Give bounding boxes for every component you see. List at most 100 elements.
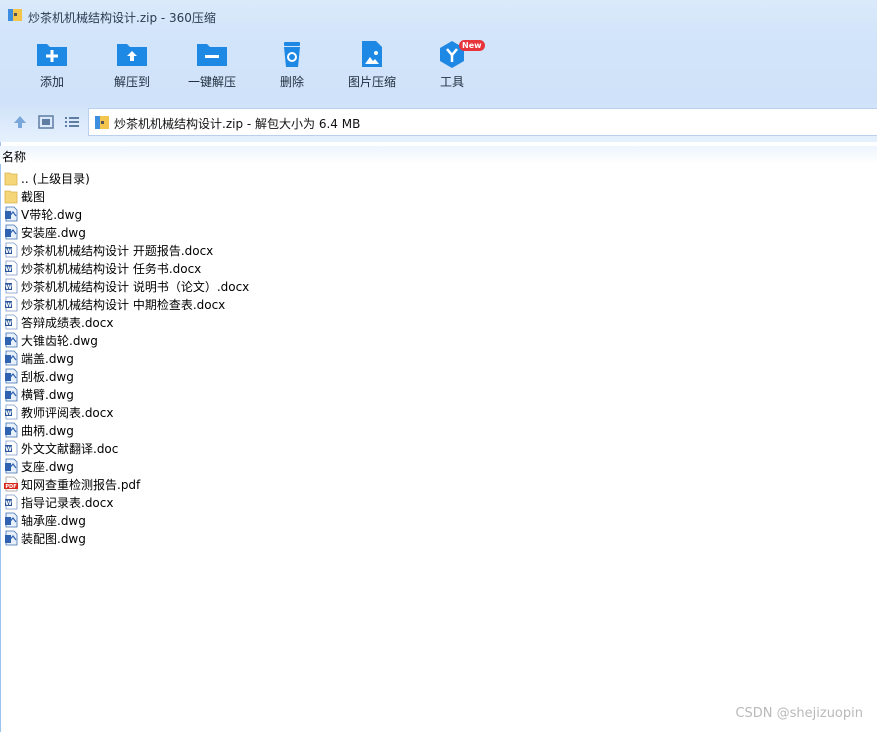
- folder-icon: [4, 172, 18, 186]
- file-name: 炒茶机机械结构设计 开题报告.docx: [21, 244, 214, 258]
- list-item[interactable]: PDF 知网查重检测报告.pdf: [0, 475, 877, 493]
- dwg-file-icon: [5, 530, 18, 546]
- dwg-file-icon: [5, 350, 18, 366]
- thumbnail-view-icon[interactable]: [38, 114, 54, 130]
- extract-to-icon: [117, 44, 147, 66]
- svg-text:W: W: [5, 266, 12, 273]
- file-name: 炒茶机机械结构设计 任务书.docx: [21, 262, 202, 276]
- image-compress-button[interactable]: 图片压缩: [337, 40, 407, 98]
- svg-text:W: W: [5, 302, 12, 309]
- dwg-file-icon: [5, 368, 18, 384]
- file-name: 刮板.dwg: [21, 370, 74, 384]
- delete-button[interactable]: 删除: [257, 40, 327, 98]
- image-compress-label: 图片压缩: [347, 75, 396, 89]
- dwg-file-icon: [5, 224, 18, 240]
- dwg-file-icon: [5, 332, 18, 348]
- delete-label: 删除: [279, 75, 304, 89]
- tools-label: 工具: [439, 75, 464, 89]
- list-item[interactable]: W 炒茶机机械结构设计 任务书.docx: [0, 259, 877, 277]
- navigation-bar: 炒茶机机械结构设计.zip - 解包大小为 6.4 MB: [0, 102, 877, 142]
- list-item[interactable]: 曲柄.dwg: [0, 421, 877, 439]
- dwg-file-icon: [5, 386, 18, 402]
- list-item[interactable]: .. (上级目录): [0, 169, 877, 187]
- list-item[interactable]: W 炒茶机机械结构设计 中期检查表.docx: [0, 295, 877, 313]
- column-name-label: 名称: [2, 150, 27, 164]
- list-item[interactable]: W 教师评阅表.docx: [0, 403, 877, 421]
- image-compress-icon: [362, 41, 382, 67]
- list-item[interactable]: W 炒茶机机械结构设计 说明书（论文）.docx: [0, 277, 877, 295]
- list-item[interactable]: 装配图.dwg: [0, 529, 877, 547]
- add-button[interactable]: 添加: [17, 40, 87, 98]
- svg-text:W: W: [5, 410, 12, 417]
- pdf-icon: PDF: [4, 476, 18, 492]
- svg-text:W: W: [5, 320, 12, 327]
- recycle-bin-icon: [284, 42, 300, 67]
- word-document-icon: W: [5, 242, 18, 258]
- list-item[interactable]: W 炒茶机机械结构设计 开题报告.docx: [0, 241, 877, 259]
- list-item[interactable]: W 答辩成绩表.docx: [0, 313, 877, 331]
- list-item[interactable]: 轴承座.dwg: [0, 511, 877, 529]
- file-name: 横臂.dwg: [21, 388, 74, 402]
- dwg-file-icon: [5, 458, 18, 474]
- word-document-icon: W: [5, 494, 18, 510]
- file-name: 装配图.dwg: [21, 532, 86, 546]
- list-item[interactable]: 横臂.dwg: [0, 385, 877, 403]
- list-item[interactable]: 刮板.dwg: [0, 367, 877, 385]
- svg-text:W: W: [5, 248, 12, 255]
- list-item[interactable]: V带轮.dwg: [0, 205, 877, 223]
- watermark: CSDN @shejizuopin: [735, 706, 863, 721]
- column-header-name[interactable]: 名称: [0, 146, 877, 164]
- add-label: 添加: [39, 75, 64, 89]
- archive-icon: [8, 9, 22, 21]
- file-name: 炒茶机机械结构设计 中期检查表.docx: [21, 298, 226, 312]
- window-title: 炒茶机机械结构设计.zip - 360压缩: [28, 11, 216, 25]
- svg-text:W: W: [5, 284, 12, 291]
- file-name: 指导记录表.docx: [21, 496, 114, 510]
- dwg-file-icon: [5, 422, 18, 438]
- address-text: 炒茶机机械结构设计.zip - 解包大小为 6.4 MB: [114, 117, 361, 131]
- word-document-icon: W: [5, 440, 18, 456]
- file-name: 外文文献翻译.doc: [21, 442, 119, 456]
- add-icon: [37, 44, 67, 66]
- list-item[interactable]: W 外文文献翻译.doc: [0, 439, 877, 457]
- list-item[interactable]: 截图: [0, 187, 877, 205]
- toolbar: 添加 解压到 一键解压 删除 图片压缩 New 工具: [0, 32, 877, 102]
- tools-button[interactable]: New 工具: [417, 40, 487, 98]
- list-item[interactable]: W 指导记录表.docx: [0, 493, 877, 511]
- file-name: 知网查重检测报告.pdf: [21, 478, 141, 492]
- extract-to-label: 解压到: [113, 75, 150, 89]
- file-name: 炒茶机机械结构设计 说明书（论文）.docx: [21, 280, 250, 294]
- new-badge: New: [459, 40, 485, 51]
- file-name: 教师评阅表.docx: [21, 406, 114, 420]
- address-bar[interactable]: 炒茶机机械结构设计.zip - 解包大小为 6.4 MB: [88, 108, 877, 136]
- file-name: 截图: [21, 190, 46, 204]
- up-arrow-icon[interactable]: [12, 114, 28, 130]
- svg-text:W: W: [5, 446, 12, 453]
- list-item[interactable]: 端盖.dwg: [0, 349, 877, 367]
- word-document-icon: W: [5, 314, 18, 330]
- title-bar: 炒茶机机械结构设计.zip - 360压缩: [0, 0, 877, 32]
- word-document-icon: W: [5, 404, 18, 420]
- one-click-extract-button[interactable]: 一键解压: [177, 40, 247, 98]
- svg-text:W: W: [5, 500, 12, 507]
- file-list: .. (上级目录) 截图 V带轮.dwg 安装座.dwg W 炒茶机机械结构设计 开题报告…: [0, 169, 877, 547]
- one-click-extract-icon: [197, 44, 227, 66]
- file-name: 轴承座.dwg: [21, 514, 86, 528]
- file-name: V带轮.dwg: [21, 208, 83, 222]
- file-name: 支座.dwg: [21, 460, 74, 474]
- word-document-icon: W: [5, 260, 18, 276]
- file-name: 答辩成绩表.docx: [21, 316, 114, 330]
- extract-to-button[interactable]: 解压到: [97, 40, 167, 98]
- folder-icon: [4, 190, 18, 204]
- archive-icon: [95, 116, 109, 129]
- list-item[interactable]: 支座.dwg: [0, 457, 877, 475]
- file-name: 曲柄.dwg: [21, 424, 74, 438]
- dwg-file-icon: [5, 512, 18, 528]
- word-document-icon: W: [5, 278, 18, 294]
- one-click-extract-label: 一键解压: [187, 75, 236, 89]
- list-item[interactable]: 安装座.dwg: [0, 223, 877, 241]
- word-document-icon: W: [5, 296, 18, 312]
- dwg-file-icon: [5, 206, 18, 222]
- list-item[interactable]: 大锥齿轮.dwg: [0, 331, 877, 349]
- list-view-icon[interactable]: [64, 114, 80, 130]
